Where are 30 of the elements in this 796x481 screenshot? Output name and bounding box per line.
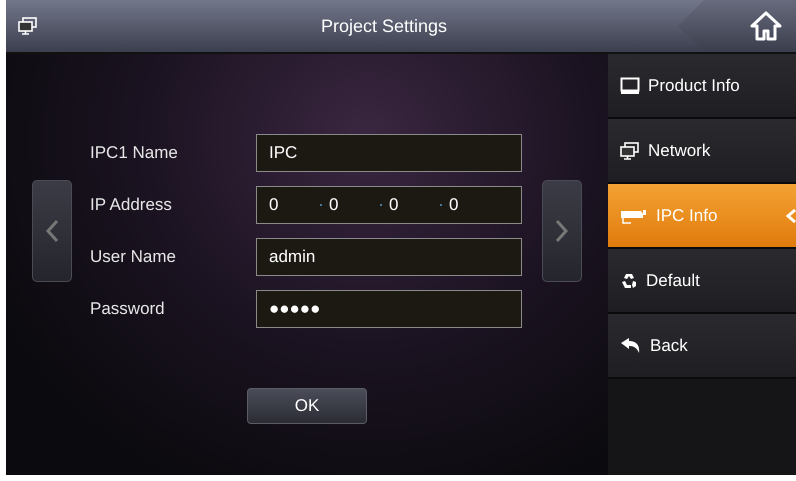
chevron-left-icon bbox=[45, 219, 59, 243]
network-icon bbox=[620, 142, 640, 160]
field-label: IP Address bbox=[90, 195, 173, 215]
camera-icon bbox=[620, 208, 648, 224]
next-button[interactable] bbox=[542, 180, 582, 282]
chevron-right-icon bbox=[555, 219, 569, 243]
monitor-icon bbox=[620, 76, 640, 94]
home-icon bbox=[750, 11, 782, 41]
caret-icon bbox=[786, 209, 796, 223]
password-field[interactable]: ●●●●● bbox=[256, 290, 522, 328]
sidebar-item[interactable]: Back bbox=[608, 314, 796, 379]
ip-octet: 0 bbox=[449, 195, 460, 215]
field-label: Password bbox=[90, 299, 166, 319]
window-title: Project Settings bbox=[320, 16, 448, 36]
sidebar-item[interactable]: Product Info bbox=[608, 54, 796, 119]
input-field[interactable]: admin bbox=[256, 238, 522, 276]
sidebar-item[interactable]: Default bbox=[608, 249, 796, 314]
back-arrow-icon bbox=[620, 336, 642, 354]
input-field[interactable]: IPC bbox=[256, 134, 522, 172]
ip-octet: 0 bbox=[269, 195, 280, 215]
recycle-icon bbox=[620, 272, 638, 290]
ip-octet: 0 bbox=[329, 195, 340, 215]
field-label: User Name bbox=[90, 247, 177, 267]
ok-button[interactable]: OK bbox=[247, 388, 367, 424]
field-label: IPC1 Name bbox=[90, 143, 179, 163]
ip-address-field[interactable]: 0 0 0 0 bbox=[256, 186, 522, 224]
ip-octet: 0 bbox=[389, 195, 400, 215]
monitors-icon bbox=[18, 17, 38, 35]
sidebar-item[interactable]: Network bbox=[608, 119, 796, 184]
previous-button[interactable] bbox=[32, 180, 72, 282]
